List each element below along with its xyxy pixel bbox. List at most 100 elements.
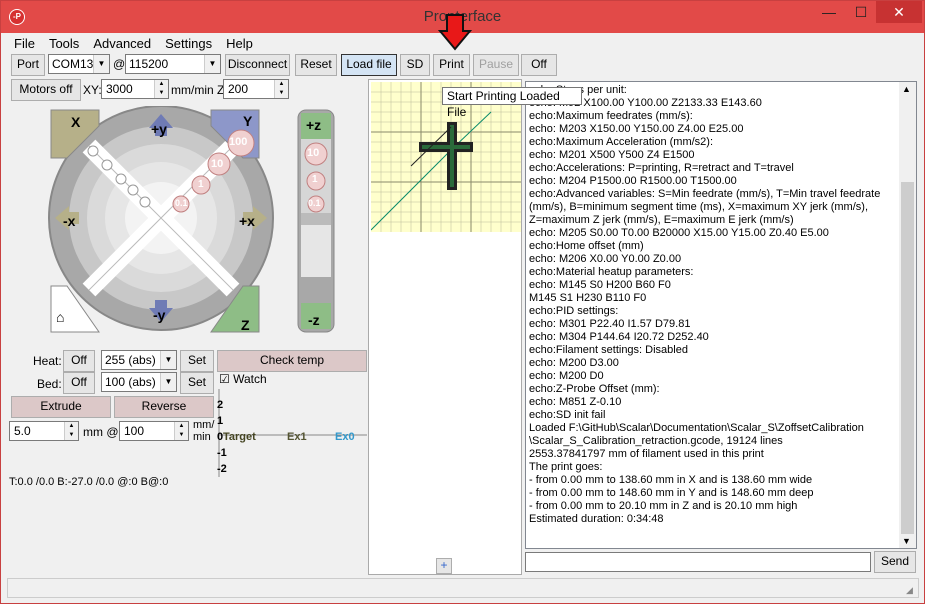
console-lines: echo:Steps per unit:echo: M92 X100.00 Y1…	[526, 82, 916, 528]
watch-checkbox[interactable]: ☑ Watch	[219, 372, 267, 386]
step-0-1[interactable]: 0.1	[175, 198, 188, 208]
console-line: echo: M92 X100.00 Y100.00 Z2133.33 E143.…	[529, 97, 762, 109]
red-down-arrow-icon	[438, 14, 472, 51]
console-line: echo: M301 P22.40 I1.57 D79.81	[529, 318, 691, 330]
console-line: echo: M201 X500 Y500 Z4 E1500	[529, 149, 695, 161]
baud-select[interactable]: 115200 ▼	[125, 54, 221, 74]
chevron-down-icon: ▼	[160, 373, 176, 391]
units-label: mm/min Z:	[171, 83, 228, 97]
speed-units-label-2: min	[193, 431, 211, 443]
port-button[interactable]: Port	[11, 54, 45, 76]
load-file-button[interactable]: Load file	[341, 54, 397, 76]
plus-x-button[interactable]: +x	[239, 213, 255, 229]
console-line: M145 S1 H230 B110 F0	[529, 292, 647, 304]
z-step-1[interactable]: 1	[312, 174, 318, 185]
graph-target-label: Target	[223, 431, 256, 443]
bed-off-button[interactable]: Off	[63, 372, 95, 394]
xy-feedrate-value: 3000	[106, 82, 133, 96]
step-100[interactable]: 100	[229, 136, 247, 148]
step-10[interactable]: 10	[211, 158, 223, 170]
chevron-down-icon: ▼	[160, 351, 176, 369]
reverse-button[interactable]: Reverse	[114, 396, 214, 418]
print-preview[interactable]: +	[368, 79, 522, 575]
port-select[interactable]: COM13 ▼	[48, 54, 110, 74]
menu-file[interactable]: File	[7, 34, 42, 53]
z-jog-control[interactable]	[297, 109, 337, 335]
console-line: echo: M145 S0 H200 B60 F0	[529, 279, 671, 291]
graph-ex1-label: Ex1	[287, 431, 307, 443]
console-line: echo:PID settings:	[529, 305, 619, 317]
z-feedrate-input[interactable]: 200 ▲ ▼	[223, 79, 289, 99]
home-y-label: Y	[243, 113, 253, 129]
console-line: echo:Maximum Acceleration (mm/s2):	[529, 136, 713, 148]
scroll-down-icon[interactable]: ▼	[902, 536, 911, 546]
minus-x-button[interactable]: -x	[63, 213, 75, 229]
speed-units-label-1: mm/	[193, 419, 215, 431]
console-line: Z=maximum Z jerk (mm/s), E=maximum E jer…	[529, 214, 794, 226]
plus-z-button[interactable]: +z	[306, 117, 321, 133]
extrude-button[interactable]: Extrude	[11, 396, 111, 418]
resize-grip-icon[interactable]: ◢	[906, 585, 913, 596]
spinner-arrows-icon[interactable]: ▲ ▼	[174, 422, 188, 440]
home-all-icon[interactable]: ⌂	[56, 309, 64, 325]
bed-select[interactable]: 100 (abs) ▼	[101, 372, 177, 392]
z-step-0-1[interactable]: 0.1	[308, 198, 321, 208]
baud-value: 115200	[129, 57, 169, 71]
menu-advanced[interactable]: Advanced	[86, 34, 158, 53]
menu-tools[interactable]: Tools	[42, 34, 86, 53]
maximize-button[interactable]: ☐	[846, 1, 876, 23]
console-scrollbar[interactable]: ▲ ▼	[899, 82, 916, 548]
console-log[interactable]: echo:Steps per unit:echo: M92 X100.00 Y1…	[525, 81, 917, 549]
console-line: - from 0.00 mm to 138.60 mm in X and is …	[529, 474, 813, 486]
sd-button[interactable]: SD	[400, 54, 430, 76]
motors-off-button[interactable]: Motors off	[11, 79, 81, 101]
command-input[interactable]	[525, 552, 871, 572]
console-line: The print goes:	[529, 461, 603, 473]
console-line: echo: M200 D3.00	[529, 357, 619, 369]
spinner-arrows-icon[interactable]: ▲ ▼	[154, 80, 168, 98]
console-line: echo:Accelerations: P=printing, R=retrac…	[529, 162, 794, 174]
pause-button[interactable]: Pause	[473, 54, 519, 76]
heat-off-button[interactable]: Off	[63, 350, 95, 372]
check-temp-button[interactable]: Check temp	[217, 350, 367, 372]
heat-set-button[interactable]: Set	[180, 350, 214, 372]
menu-settings[interactable]: Settings	[158, 34, 219, 53]
minimize-button[interactable]: —	[814, 1, 844, 23]
graph-ex0-label: Ex0	[335, 431, 355, 443]
home-x-label: X	[71, 114, 81, 130]
console-line: - from 0.00 mm to 148.60 mm in Y and is …	[529, 487, 814, 499]
console-line: echo:Advanced variables: S=Min feedrate …	[529, 188, 881, 200]
console-line: echo: M204 P1500.00 R1500.00 T1500.00	[529, 175, 737, 187]
disconnect-button[interactable]: Disconnect	[225, 54, 290, 76]
temperature-status: T:0.0 /0.0 B:-27.0 /0.0 @:0 B@:0	[9, 476, 169, 488]
off-button[interactable]: Off	[521, 54, 557, 76]
spinner-arrows-icon[interactable]: ▲ ▼	[274, 80, 288, 98]
port-value: COM13	[52, 57, 94, 71]
xy-feedrate-input[interactable]: 3000 ▲ ▼	[101, 79, 169, 99]
spinner-arrows-icon[interactable]: ▲ ▼	[64, 422, 78, 440]
minus-y-button[interactable]: -y	[153, 307, 165, 323]
bed-set-button[interactable]: Set	[180, 372, 214, 394]
plus-y-button[interactable]: +y	[151, 121, 167, 137]
preview-zoom-plus-button[interactable]: +	[436, 558, 452, 574]
close-button[interactable]: ✕	[876, 1, 922, 23]
minus-z-button[interactable]: -z	[308, 312, 320, 328]
console-line: echo: M203 X150.00 Y150.00 Z4.00 E25.00	[529, 123, 744, 135]
menu-help[interactable]: Help	[219, 34, 260, 53]
heat-value: 255 (abs)	[105, 353, 156, 367]
graph-tick-minus-2: -2	[217, 463, 227, 475]
send-button[interactable]: Send	[874, 551, 916, 573]
extrude-speed-value: 100	[124, 424, 145, 438]
chevron-down-icon: ▼	[93, 55, 109, 73]
scroll-thumb[interactable]	[901, 182, 914, 534]
console-line: echo:SD init fail	[529, 409, 606, 421]
extrude-length-input[interactable]: 5.0 ▲ ▼	[9, 421, 79, 441]
console-line: 2553.37841797 mm of filament used in thi…	[529, 448, 764, 460]
heat-select[interactable]: 255 (abs) ▼	[101, 350, 177, 370]
step-1[interactable]: 1	[198, 179, 204, 190]
extrude-speed-input[interactable]: 100 ▲ ▼	[119, 421, 189, 441]
scroll-up-icon[interactable]: ▲	[902, 84, 911, 94]
z-step-10[interactable]: 10	[307, 147, 319, 159]
reset-button[interactable]: Reset	[295, 54, 337, 76]
print-button[interactable]: Print	[433, 54, 470, 76]
